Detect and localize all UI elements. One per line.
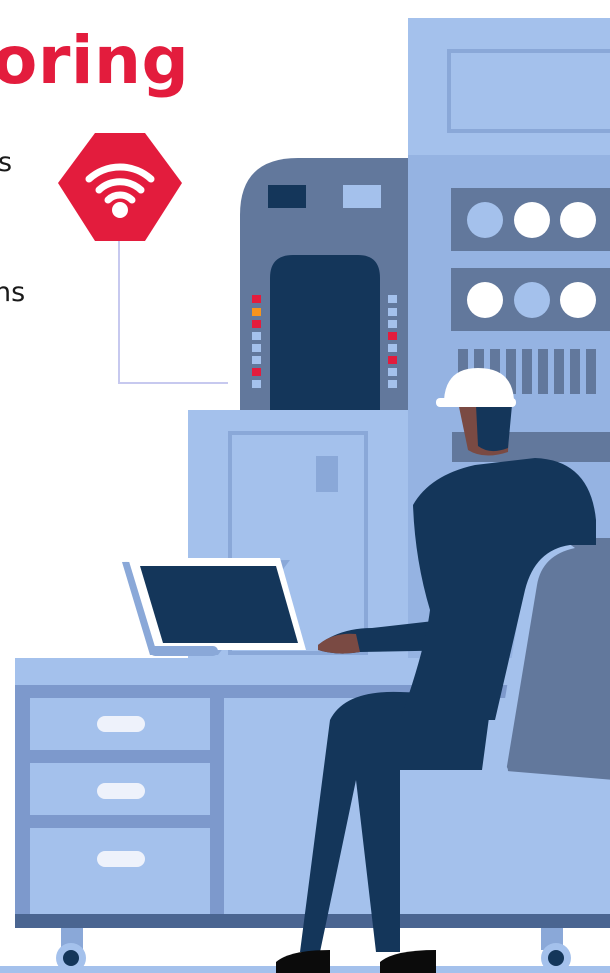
illustration xyxy=(0,18,610,973)
arched-machine xyxy=(240,158,408,420)
wifi-badge xyxy=(58,133,182,241)
laptop xyxy=(122,558,306,656)
connector-line xyxy=(118,241,228,384)
wifi-dot xyxy=(112,202,128,218)
